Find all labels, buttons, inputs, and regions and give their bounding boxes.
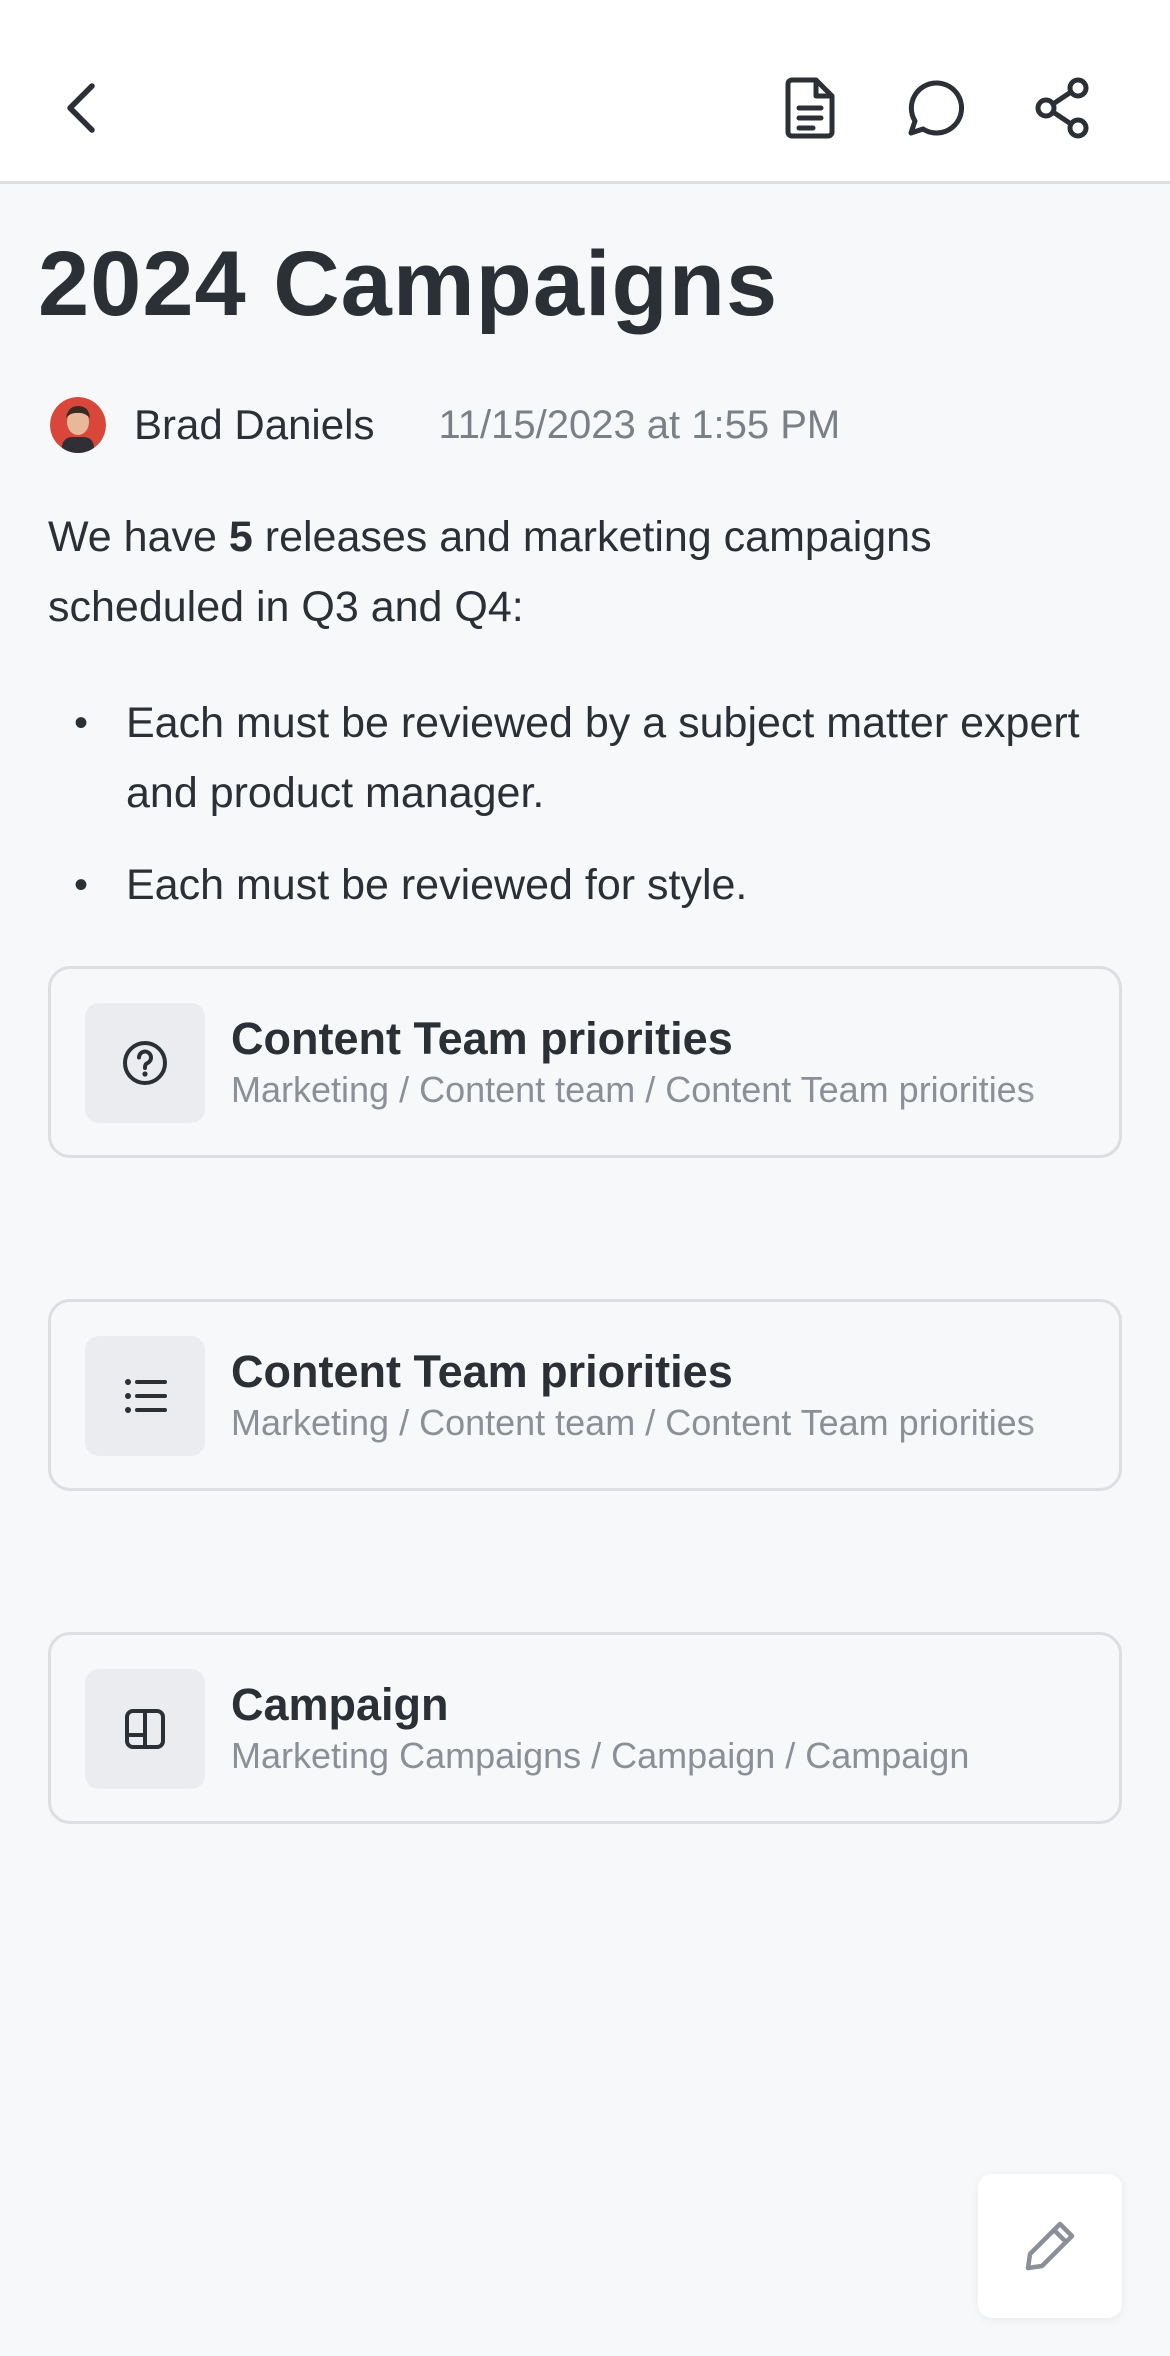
list-item-text: Each must be reviewed for style. xyxy=(126,861,748,909)
bullet-dot: • xyxy=(74,863,89,907)
link-card-content-team-priorities-list[interactable]: Content Team priorities Marketing / Cont… xyxy=(48,1299,1122,1491)
page-title: 2024 Campaigns xyxy=(38,233,779,335)
author-row: Brad Daniels 11/15/2023 at 1:55 PM xyxy=(50,394,840,456)
card-icon-box xyxy=(85,1003,205,1123)
card-breadcrumb: Marketing / Content team / Content Team … xyxy=(231,1402,1035,1443)
intro-text-start: We have xyxy=(48,513,229,561)
document-button[interactable] xyxy=(762,60,858,156)
question-circle-icon xyxy=(123,1041,167,1085)
pencil-icon xyxy=(1025,2221,1075,2271)
link-card-campaign[interactable]: Campaign Marketing Campaigns / Campaign … xyxy=(48,1632,1122,1824)
card-breadcrumb: Marketing / Content team / Content Team … xyxy=(231,1069,1035,1110)
author-name[interactable]: Brad Daniels xyxy=(134,401,374,449)
top-bar xyxy=(0,0,1170,184)
timestamp: 11/15/2023 at 1:55 PM xyxy=(438,402,841,447)
list-item: • Each must be reviewed for style. xyxy=(48,850,1108,920)
share-button[interactable] xyxy=(1014,60,1110,156)
bullet-dot: • xyxy=(74,701,89,745)
list-icon xyxy=(125,1379,167,1413)
share-icon xyxy=(1035,77,1089,139)
document-icon xyxy=(785,77,835,139)
card-title: Content Team priorities xyxy=(231,1346,733,1397)
card-title: Campaign xyxy=(231,1679,449,1730)
bullet-list: • Each must be reviewed by a subject matt… xyxy=(48,688,1108,942)
list-item: • Each must be reviewed by a subject matt… xyxy=(48,688,1108,828)
chevron-left-icon xyxy=(67,83,95,133)
card-icon-box xyxy=(85,1669,205,1789)
list-item-text: Each must be reviewed by a subject matte… xyxy=(126,699,1080,817)
intro-paragraph: We have 5 releases and marketing campaig… xyxy=(48,502,1108,642)
avatar[interactable] xyxy=(50,397,106,453)
link-card-content-team-priorities[interactable]: Content Team priorities Marketing / Cont… xyxy=(48,966,1122,1158)
back-button[interactable] xyxy=(34,60,130,156)
card-icon-box xyxy=(85,1336,205,1456)
comment-button[interactable] xyxy=(888,60,984,156)
comment-icon xyxy=(908,80,965,136)
board-icon xyxy=(125,1709,165,1749)
card-breadcrumb: Marketing Campaigns / Campaign / Campaig… xyxy=(231,1735,970,1776)
card-title: Content Team priorities xyxy=(231,1013,733,1064)
edit-button[interactable] xyxy=(978,2174,1122,2318)
release-count: 5 xyxy=(228,513,253,561)
